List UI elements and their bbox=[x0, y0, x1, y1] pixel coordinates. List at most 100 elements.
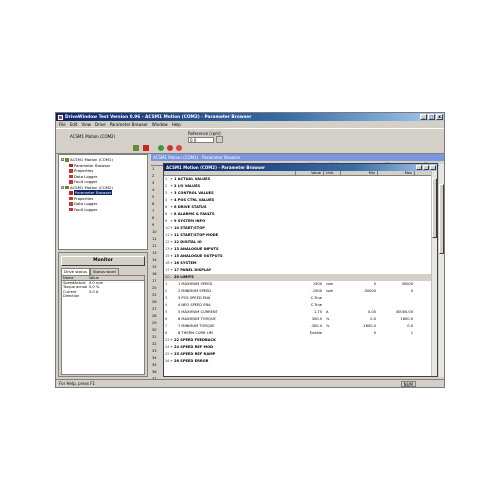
properties-icon bbox=[69, 169, 73, 173]
parameter-min bbox=[341, 253, 378, 260]
parameter-value bbox=[296, 176, 324, 183]
stop-button[interactable] bbox=[142, 144, 150, 152]
back-window-scrollbar[interactable] bbox=[439, 164, 444, 377]
parameter-group-row[interactable]: 25 +25 SPEED REF RAMP bbox=[164, 351, 437, 358]
reset-button[interactable] bbox=[166, 144, 174, 152]
parameter-value[interactable]: Enable bbox=[296, 330, 324, 337]
parameter-row[interactable]: 66 MAXIMUM TORQUE 300.0% 0.0 1600.0 bbox=[164, 316, 437, 323]
menu-window[interactable]: Window bbox=[152, 122, 168, 127]
parameter-unit bbox=[324, 253, 341, 260]
coast-stop-icon bbox=[176, 145, 182, 151]
parameter-name: 16 SYSTEM bbox=[174, 261, 197, 265]
parameter-group-row[interactable]: 16 +16 SYSTEM bbox=[164, 260, 437, 267]
start-button[interactable] bbox=[157, 144, 165, 152]
parameter-group-row[interactable]: 10 +10 START/STOP bbox=[164, 225, 437, 232]
column-max[interactable]: Max bbox=[378, 171, 415, 175]
parameter-row[interactable]: 33 POS SPEED ENA C.True bbox=[164, 295, 437, 302]
parameter-group-row[interactable]: 9 +9 SYSTEM INFO bbox=[164, 218, 437, 225]
parameter-group-row[interactable]: 22 +22 SPEED FEEDBACK bbox=[164, 337, 437, 344]
close-button[interactable]: x bbox=[436, 114, 443, 120]
tab-drive-status[interactable]: Drive status bbox=[61, 268, 90, 275]
parameter-group-row[interactable]: 8 +8 ALARMS & FAULTS bbox=[164, 211, 437, 218]
parameter-group-row[interactable]: 6 +6 DRIVE STATUS bbox=[164, 204, 437, 211]
column-unit[interactable]: Unit bbox=[324, 171, 341, 175]
column-value[interactable]: Value bbox=[296, 171, 324, 175]
data-logger-icon bbox=[69, 202, 73, 206]
parameter-group-row[interactable]: 17 +17 PANEL DISPLAY bbox=[164, 267, 437, 274]
child-close-button[interactable] bbox=[430, 165, 436, 170]
parameter-unit bbox=[324, 302, 341, 309]
minimize-button[interactable]: _ bbox=[420, 114, 427, 120]
reference-set-button[interactable] bbox=[216, 136, 223, 143]
parameter-value[interactable]: -300.0 bbox=[296, 323, 324, 330]
parameter-value[interactable]: 1500 bbox=[296, 281, 324, 288]
scroll-thumb[interactable] bbox=[432, 178, 437, 238]
parameter-browser-titlebar[interactable]: ACSM1 Motion (COM2) - Parameter Browser bbox=[164, 164, 437, 171]
menu-file[interactable]: File bbox=[59, 122, 66, 127]
parameter-value[interactable]: 1.70 bbox=[296, 309, 324, 316]
parameter-value[interactable]: -1500 bbox=[296, 288, 324, 295]
parameter-value[interactable]: C.True bbox=[296, 295, 324, 302]
reference-input[interactable]: 0.0 bbox=[188, 137, 214, 143]
parameter-name: 15 ANALOGUE OUTPUTS bbox=[174, 254, 223, 258]
parameter-value[interactable]: 300.0 bbox=[296, 316, 324, 323]
parameter-max bbox=[378, 225, 415, 232]
parameter-group-row[interactable]: 26 +26 SPEED ERROR bbox=[164, 358, 437, 365]
properties-icon bbox=[69, 196, 73, 200]
parameter-row[interactable]: 22 MINIMUM SPEED -1500 rpm -30000 0 bbox=[164, 288, 437, 295]
monitor-button[interactable]: Monitor bbox=[61, 256, 145, 266]
tab-status-word[interactable]: Status word bbox=[90, 268, 119, 275]
parameter-min bbox=[341, 218, 378, 225]
parameter-max: 0 bbox=[410, 289, 413, 293]
parameter-group-row[interactable]: 1 +1 ACTUAL VALUES bbox=[164, 176, 437, 183]
parameter-unit bbox=[324, 176, 341, 183]
menu-help[interactable]: Help bbox=[172, 122, 181, 127]
collapse-icon[interactable]: - bbox=[61, 158, 64, 162]
parameter-min bbox=[341, 176, 378, 183]
parameter-value[interactable]: C.True bbox=[296, 302, 324, 309]
parameter-group-row[interactable]: 24 +24 SPEED REF MOD bbox=[164, 344, 437, 351]
parameter-group-row[interactable]: 3 +3 CONTROL VALUES bbox=[164, 190, 437, 197]
parameter-group-row[interactable]: 11 +11 START/STOP MODE bbox=[164, 232, 437, 239]
monitor-row[interactable]: Direction bbox=[62, 294, 144, 299]
back-window-title[interactable]: ACSM1 Motion (COM1) - Parameter Browser bbox=[151, 154, 444, 161]
parameter-max bbox=[378, 253, 415, 260]
coast-stop-button[interactable] bbox=[175, 144, 183, 152]
parameter-value bbox=[296, 267, 324, 274]
parameter-group-row[interactable]: 15 +15 ANALOGUE OUTPUTS bbox=[164, 253, 437, 260]
menu-drive[interactable]: Drive bbox=[95, 122, 106, 127]
parameter-row[interactable]: 44 NEG SPEED ENA C.True bbox=[164, 302, 437, 309]
child-minimize-button[interactable] bbox=[416, 165, 422, 170]
menu-view[interactable]: View bbox=[81, 122, 91, 127]
parameter-min bbox=[341, 295, 378, 302]
parameter-row[interactable]: 55 MAXIMUM CURRENT 1.70 A 0.00 30000.00 bbox=[164, 309, 437, 316]
tree-item-fault-logger[interactable]: Fault Logger bbox=[61, 207, 145, 213]
parameter-min: 0 bbox=[373, 282, 376, 286]
parameter-row[interactable]: 88 THERM CURR LIM Enable 0 1 bbox=[164, 330, 437, 337]
column-min[interactable]: Min bbox=[341, 171, 378, 175]
child-maximize-button[interactable] bbox=[423, 165, 429, 170]
app-window: DriveWindow Test Version 0.96 - ACSM1 Mo… bbox=[55, 112, 445, 388]
parameter-row[interactable]: 11 MAXIMUM SPEED 1500 rpm 0 30000 bbox=[164, 281, 437, 288]
parameter-name: 26 SPEED ERROR bbox=[174, 359, 209, 363]
parameter-name: 13 ANALOGUE INPUTS bbox=[174, 247, 219, 251]
parameter-browser-window[interactable]: ACSM1 Motion (COM2) - Parameter Browser … bbox=[163, 163, 438, 377]
menu-parameter-browser[interactable]: Parameter Browser bbox=[110, 122, 148, 127]
parameter-group-row[interactable]: 13 +13 ANALOGUE INPUTS bbox=[164, 246, 437, 253]
parameter-group-row[interactable]: 2 +2 I/O VALUES bbox=[164, 183, 437, 190]
parameter-group-row[interactable]: 20-20 LIMITS bbox=[164, 274, 437, 281]
column-name[interactable] bbox=[164, 171, 296, 175]
parameter-group-row[interactable]: 4 +4 POS CTRL VALUES bbox=[164, 197, 437, 204]
parameter-group-row[interactable]: 12 +12 DIGITAL IO bbox=[164, 239, 437, 246]
collapse-icon[interactable]: - bbox=[61, 185, 64, 189]
menu-bar: File Edit View Drive Parameter Browser W… bbox=[56, 121, 444, 128]
connect-button[interactable] bbox=[132, 144, 140, 152]
menu-edit[interactable]: Edit bbox=[70, 122, 78, 127]
scroll-thumb[interactable] bbox=[439, 184, 444, 254]
title-bar[interactable]: DriveWindow Test Version 0.96 - ACSM1 Mo… bbox=[56, 113, 444, 121]
parameter-value bbox=[296, 225, 324, 232]
parameter-scrollbar[interactable] bbox=[431, 171, 437, 376]
parameter-max bbox=[378, 218, 415, 225]
maximize-button[interactable]: □ bbox=[428, 114, 435, 120]
parameter-row[interactable]: 77 MINIMUM TORQUE -300.0% -1600.0 0.0 bbox=[164, 323, 437, 330]
